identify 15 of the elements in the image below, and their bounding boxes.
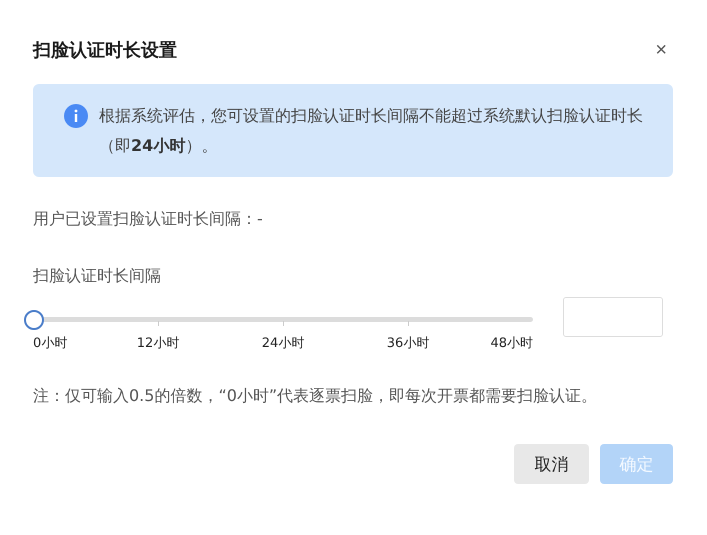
hours-input-field[interactable]: [563, 297, 663, 337]
slider-label: 扫脸认证时长间隔: [33, 266, 162, 287]
dialog-title: 扫脸认证时长设置: [33, 39, 177, 62]
cancel-button[interactable]: 取消: [514, 444, 589, 484]
info-text: 根据系统评估，您可设置的扫脸认证时长间隔不能超过系统默认扫脸认证时长（即24小时）。: [99, 105, 644, 157]
slider-mark-label: 0小时: [33, 335, 68, 352]
close-button[interactable]: ×: [649, 40, 673, 60]
current-setting-text: 用户已设置扫脸认证时长间隔：-: [33, 209, 264, 230]
slider-mark-label: 24小时: [262, 335, 304, 352]
note-text: 注：仅可输入0.5的倍数，“0小时”代表逐票扫脸，即每次开票都需要扫脸认证。: [33, 386, 598, 407]
slider-mark-label: 12小时: [136, 335, 180, 352]
info-icon: [64, 104, 88, 128]
slider-mark-label: 48小时: [490, 335, 533, 352]
slider-mark-label: 36小时: [386, 335, 430, 352]
slider-thumb[interactable]: [24, 310, 44, 330]
